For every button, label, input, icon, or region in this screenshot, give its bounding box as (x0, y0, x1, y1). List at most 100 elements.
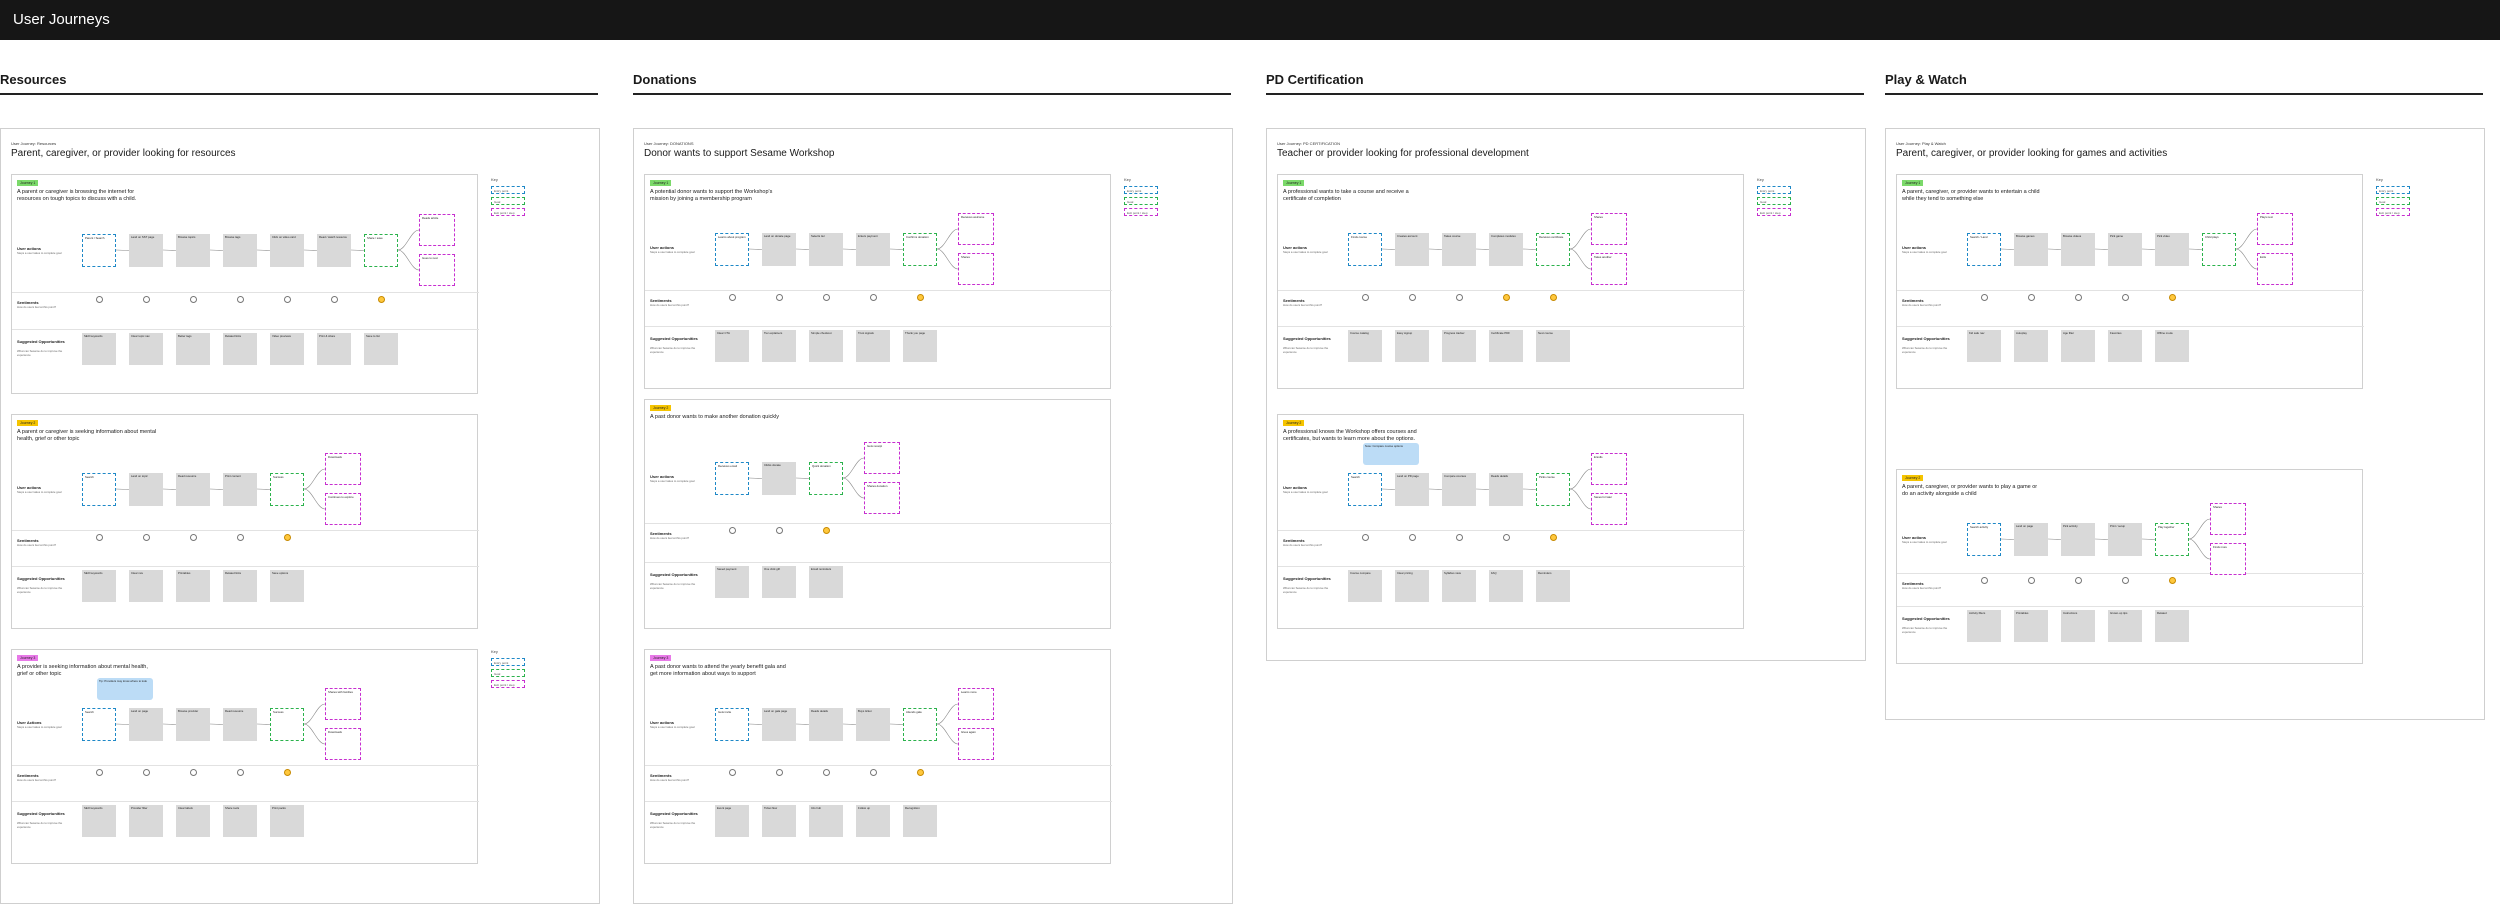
legend-item: Entry point (491, 186, 525, 194)
action-step[interactable]: Browse games (2014, 233, 2048, 266)
action-step[interactable]: Compare courses (1442, 473, 1476, 506)
opportunity-card: Saved payment (715, 566, 749, 598)
action-step[interactable]: Land on PD page (1395, 473, 1429, 506)
action-step[interactable]: Finds course (1348, 233, 1382, 266)
action-step[interactable]: Search activity (1967, 523, 2001, 556)
action-step[interactable]: Shares with families (325, 688, 361, 720)
action-step[interactable]: Pick activity (2061, 523, 2095, 556)
action-step[interactable]: Reads details (1489, 473, 1523, 506)
flow-arrow (936, 228, 959, 250)
action-step[interactable]: Goes to next (419, 254, 455, 286)
opportunity-card: Follow up (856, 805, 890, 837)
neutral-face-icon (729, 527, 736, 534)
flow-arrow (842, 723, 857, 725)
legend: Key Entry point Goal Exit point / step (1124, 177, 1158, 219)
action-step[interactable]: Read resource (176, 473, 210, 506)
action-step[interactable]: Pick video (2155, 233, 2189, 266)
action-step[interactable]: Child plays (2202, 233, 2236, 266)
action-step[interactable]: Play together (2155, 523, 2189, 556)
neutral-face-icon (237, 296, 244, 303)
action-step[interactable]: Saves for later (1591, 493, 1627, 525)
action-step[interactable]: Pick game (2108, 233, 2142, 266)
opportunity-card: Clear pricing (1395, 570, 1429, 602)
action-step[interactable]: Browse provider (176, 708, 210, 741)
action-step[interactable]: Selects tier (809, 233, 843, 266)
action-step[interactable]: Takes another (1591, 253, 1627, 285)
action-step[interactable]: Land on donate page (762, 233, 796, 266)
action-step[interactable]: Search (1348, 473, 1382, 506)
action-step[interactable]: Reads details (809, 708, 843, 741)
neutral-face-icon (1362, 294, 1369, 301)
action-step[interactable]: Land on gala page (762, 708, 796, 741)
neutral-face-icon (776, 769, 783, 776)
action-step[interactable]: Success (270, 708, 304, 741)
flow-arrow (842, 477, 865, 499)
action-step[interactable]: Land on page (2014, 523, 2048, 556)
action-step[interactable]: Print content (223, 473, 257, 506)
flow-arrow (2188, 248, 2203, 250)
action-step[interactable]: Search / Land (1967, 233, 2001, 266)
action-step[interactable]: Search (82, 473, 116, 506)
neutral-face-icon (190, 296, 197, 303)
action-step[interactable]: Clicks donate (762, 462, 796, 495)
action-step[interactable]: Success (270, 473, 304, 506)
flow-arrow (748, 723, 763, 725)
action-step[interactable]: Confirms donation (903, 233, 937, 266)
action-step[interactable]: Read resource (223, 708, 257, 741)
action-step[interactable]: Reads article (419, 214, 455, 246)
journey-card: Journey 2A parent, caregiver, or provide… (1896, 469, 2364, 664)
action-step[interactable]: Gets receipt (864, 442, 900, 474)
action-step[interactable]: Quick donation (809, 462, 843, 495)
action-step[interactable]: Shares donation (864, 482, 900, 514)
flow-arrow (889, 723, 904, 725)
action-step[interactable]: Gets invite (715, 708, 749, 741)
action-step[interactable]: Search (82, 708, 116, 741)
action-step[interactable]: Plays next (2257, 213, 2293, 245)
action-step[interactable]: Receives certificate (1536, 233, 1570, 266)
legend: Key Entry point Goal Exit point / step (491, 177, 525, 219)
action-step[interactable]: Picks course (1536, 473, 1570, 506)
action-step[interactable]: Shares (958, 253, 994, 285)
legend-heading: Key (1757, 177, 1764, 182)
action-step[interactable]: Gives again (958, 728, 994, 760)
action-step[interactable]: Share / save (364, 234, 398, 267)
action-step[interactable]: Takes course (1442, 233, 1476, 266)
action-step[interactable]: Exits (2257, 253, 2293, 285)
happy-face-icon (1550, 534, 1557, 541)
action-step[interactable]: Land on SST page (129, 234, 163, 267)
action-step[interactable]: Print / setup (2108, 523, 2142, 556)
action-step[interactable]: Enters payment (856, 233, 890, 266)
flow-arrow (2000, 538, 2015, 540)
action-step[interactable]: Browse tags (223, 234, 257, 267)
action-step[interactable]: Browse topics (176, 234, 210, 267)
action-step[interactable]: Enrolls (1591, 453, 1627, 485)
flow-arrow (2188, 518, 2211, 540)
action-step[interactable]: Learns more (958, 688, 994, 720)
action-step[interactable]: Buys ticket (856, 708, 890, 741)
neutral-face-icon (2075, 294, 2082, 301)
action-step[interactable]: Click on video card (270, 234, 304, 267)
action-step[interactable]: Land on topic (129, 473, 163, 506)
action-step[interactable]: Attends gala (903, 708, 937, 741)
action-step[interactable]: Continues to explore (325, 493, 361, 525)
action-step[interactable]: Learns about program (715, 233, 749, 266)
action-step[interactable]: Parent / Search (82, 234, 116, 267)
action-step[interactable]: Browse videos (2061, 233, 2095, 266)
neutral-face-icon (1409, 534, 1416, 541)
action-step[interactable]: Shares (1591, 213, 1627, 245)
opportunity-card: FAQ (1489, 570, 1523, 602)
action-step[interactable]: Land on page (129, 708, 163, 741)
neutral-face-icon (870, 769, 877, 776)
neutral-face-icon (237, 769, 244, 776)
action-step[interactable]: Shares (2210, 503, 2246, 535)
opportunity-card: Print packs (270, 805, 304, 837)
action-step[interactable]: Creates account (1395, 233, 1429, 266)
action-step[interactable]: Downloads (325, 453, 361, 485)
action-step[interactable]: Receives email (715, 462, 749, 495)
action-step[interactable]: Downloads (325, 728, 361, 760)
action-step[interactable]: Receives welcome (958, 213, 994, 245)
action-step[interactable]: Read / watch resource (317, 234, 351, 267)
action-step[interactable]: Finds more (2210, 543, 2246, 575)
flow-arrow (795, 723, 810, 725)
action-step[interactable]: Completes modules (1489, 233, 1523, 266)
